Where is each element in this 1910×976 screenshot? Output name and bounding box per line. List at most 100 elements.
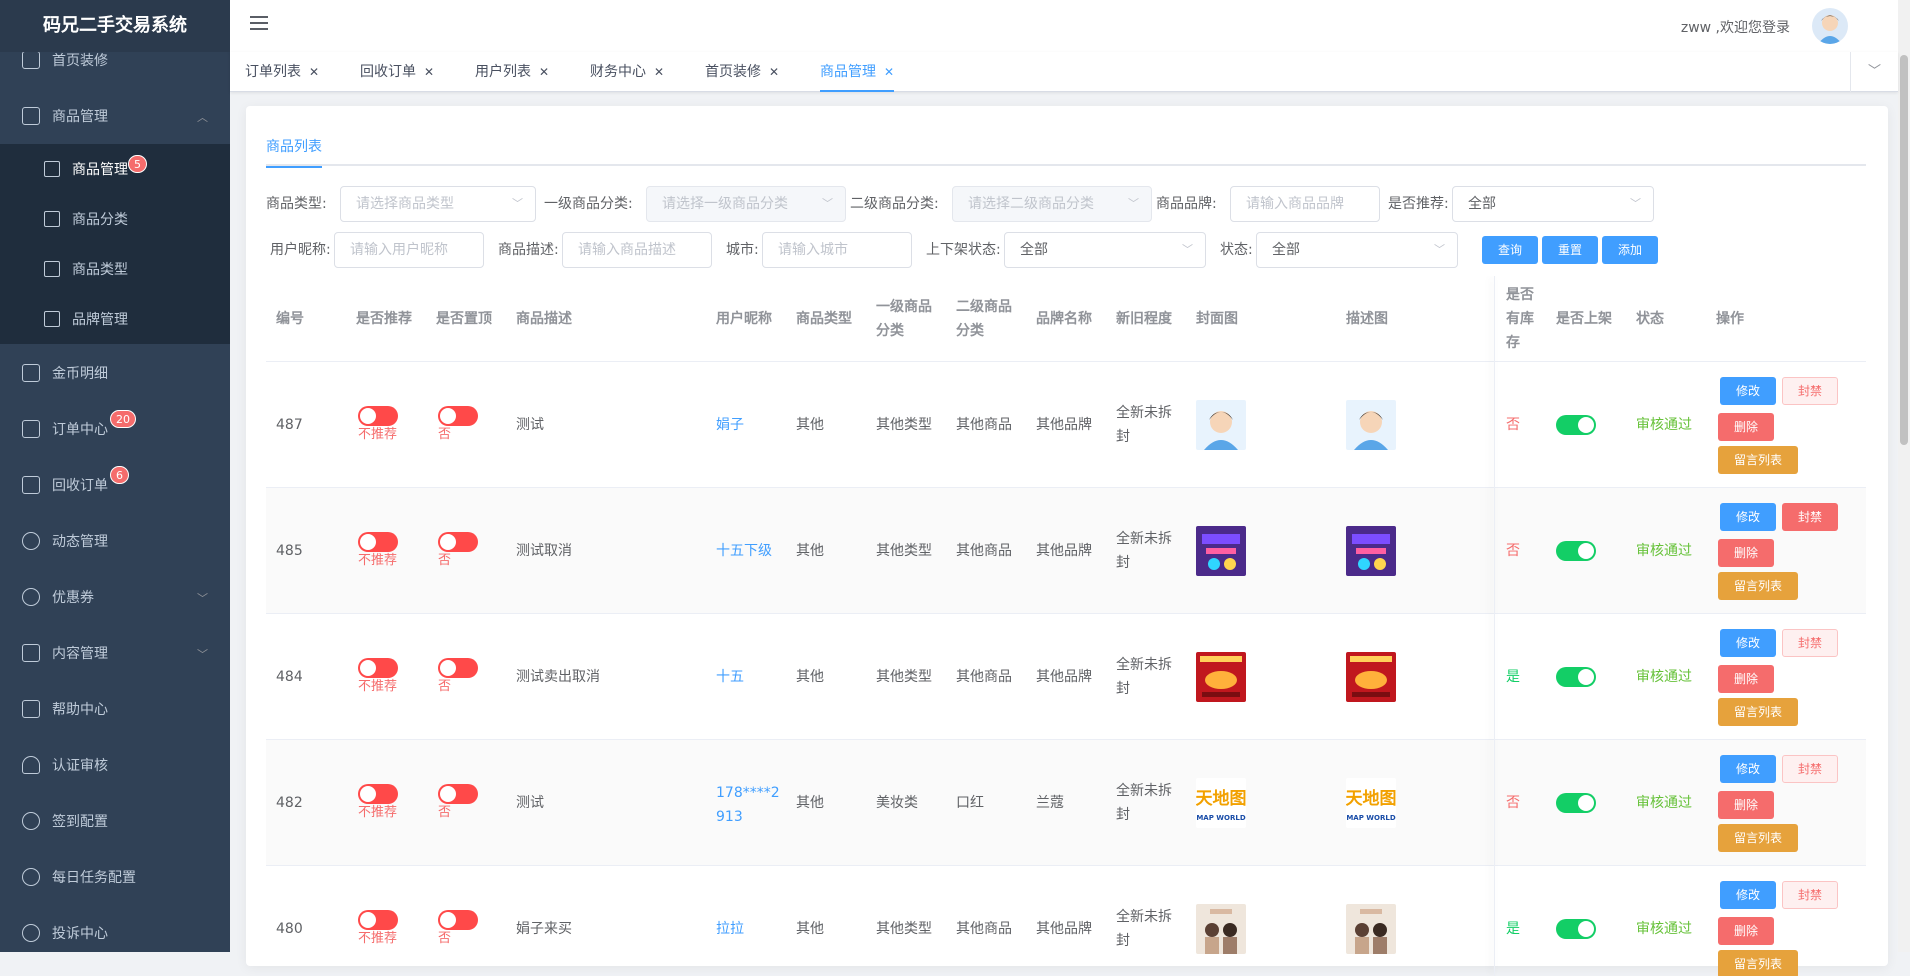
query-button[interactable]: 查询: [1482, 236, 1538, 264]
sidebar-subitem-brand[interactable]: 品牌管理: [0, 294, 230, 344]
description-image[interactable]: [1346, 400, 1396, 450]
category1-select[interactable]: 请选择一级商品分类 ﹀: [646, 186, 846, 222]
comments-list-button[interactable]: 留言列表: [1718, 698, 1798, 726]
cell-category2: 其他商品: [956, 921, 1012, 937]
cover-image[interactable]: 天地图 MAP WORLD: [1196, 778, 1246, 828]
recommend-select[interactable]: 全部 ﹀: [1452, 186, 1654, 222]
cell-id: 485: [276, 543, 303, 559]
goods-type-select[interactable]: 请选择商品类型 ﹀: [340, 186, 536, 222]
ban-button[interactable]: 封禁: [1782, 881, 1838, 909]
description-image[interactable]: [1346, 904, 1396, 954]
sidebar-item-help[interactable]: 帮助中心: [0, 681, 230, 737]
sidebar-item-label: 商品分类: [72, 212, 128, 228]
status-select[interactable]: 全部 ﹀: [1256, 232, 1458, 268]
edit-button[interactable]: 修改: [1720, 629, 1776, 657]
close-icon[interactable]: ✕: [539, 65, 549, 79]
hamburger-icon[interactable]: [250, 16, 268, 30]
description-image[interactable]: [1346, 652, 1396, 702]
brand-input[interactable]: 请输入商品品牌: [1230, 186, 1380, 222]
cell-nickname-link[interactable]: 十五: [716, 665, 744, 689]
table-row: 482 不推荐 否 测试 178****2 913 其他 美妆类 口红 兰蔻 全新未拆封 天地图 MAP…: [266, 740, 1866, 866]
cell-top-text: 否: [438, 679, 452, 694]
cover-image[interactable]: [1196, 526, 1246, 576]
cell-condition: 全新未拆封: [1116, 527, 1172, 575]
shelf-status-select[interactable]: 全部 ﹀: [1004, 232, 1206, 268]
cell-nickname-link[interactable]: 十五下级: [716, 539, 772, 563]
edit-button[interactable]: 修改: [1720, 377, 1776, 405]
sidebar-item-dynamics[interactable]: 动态管理: [0, 513, 230, 569]
sidebar-item-coins[interactable]: 金币明细: [0, 345, 230, 401]
delete-button[interactable]: 删除: [1718, 917, 1774, 945]
on-shelf-switch[interactable]: [1556, 793, 1596, 813]
description-image[interactable]: 天地图 MAP WORLD: [1346, 778, 1396, 828]
sidebar-item-coupons[interactable]: 优惠券 ﹀: [0, 569, 230, 625]
cell-nickname-link[interactable]: 娟子: [716, 413, 744, 437]
description-image[interactable]: [1346, 526, 1396, 576]
close-icon[interactable]: ✕: [424, 65, 434, 79]
sidebar-item-content[interactable]: 内容管理 ﹀: [0, 625, 230, 681]
ban-button[interactable]: 封禁: [1782, 503, 1838, 531]
delete-button[interactable]: 删除: [1718, 539, 1774, 567]
close-icon[interactable]: ✕: [654, 65, 664, 79]
on-shelf-switch[interactable]: [1556, 667, 1596, 687]
edit-button[interactable]: 修改: [1720, 755, 1776, 783]
cover-image[interactable]: [1196, 652, 1246, 702]
sidebar-item-verification[interactable]: 认证审核: [0, 737, 230, 793]
add-button[interactable]: 添加: [1602, 236, 1658, 264]
tab-goods-management[interactable]: 商品管理 ✕: [820, 52, 895, 92]
tab-finance[interactable]: 财务中心 ✕: [590, 52, 664, 92]
sidebar-item-goods-management[interactable]: 商品管理 ︿: [0, 88, 230, 144]
table-row: 484 不推荐 否 测试卖出取消 十五 其他 其他类型 其他商品 其他品牌 全新未拆封 是 审核通过 修…: [266, 614, 1866, 740]
delete-button[interactable]: 删除: [1718, 665, 1774, 693]
sidebar-subitem-goods[interactable]: 商品管理 5: [0, 144, 230, 194]
city-input[interactable]: 请输入城市: [762, 232, 912, 268]
edit-button[interactable]: 修改: [1720, 881, 1776, 909]
placeholder: 请选择二级商品分类: [968, 196, 1094, 212]
nickname-input[interactable]: 请输入用户昵称: [334, 232, 484, 268]
coins-icon: [22, 588, 40, 606]
cell-brand: 其他品牌: [1036, 543, 1092, 559]
close-icon[interactable]: ✕: [884, 65, 894, 79]
sidebar-item-checkin[interactable]: 签到配置: [0, 793, 230, 849]
on-shelf-switch[interactable]: [1556, 919, 1596, 939]
pie-icon: [22, 868, 40, 886]
sidebar-item-orders[interactable]: 订单中心 20: [0, 401, 230, 457]
cover-image[interactable]: [1196, 400, 1246, 450]
cell-nickname-link[interactable]: 拉拉: [716, 917, 744, 941]
cover-image[interactable]: [1196, 904, 1246, 954]
edit-button[interactable]: 修改: [1720, 503, 1776, 531]
cell-nickname-link[interactable]: 178****2 913: [716, 781, 780, 829]
sidebar-item-daily-tasks[interactable]: 每日任务配置: [0, 849, 230, 905]
comments-list-button[interactable]: 留言列表: [1718, 950, 1798, 976]
cell-id: 480: [276, 921, 303, 937]
reset-button[interactable]: 重置: [1542, 236, 1598, 264]
close-icon[interactable]: ✕: [769, 65, 779, 79]
tab-recycle-orders[interactable]: 回收订单 ✕: [360, 52, 434, 92]
page-scrollbar[interactable]: [1898, 0, 1910, 952]
sidebar-subitem-type[interactable]: 商品类型: [0, 244, 230, 294]
sidebar-subitem-category[interactable]: 商品分类: [0, 194, 230, 244]
ban-button[interactable]: 封禁: [1782, 629, 1838, 657]
comments-list-button[interactable]: 留言列表: [1718, 824, 1798, 852]
avatar[interactable]: [1812, 8, 1848, 44]
ban-button[interactable]: 封禁: [1782, 377, 1838, 405]
on-shelf-switch[interactable]: [1556, 415, 1596, 435]
comments-list-button[interactable]: 留言列表: [1718, 572, 1798, 600]
delete-button[interactable]: 删除: [1718, 413, 1774, 441]
sidebar-item-complaints[interactable]: 投诉中心: [0, 905, 230, 952]
scrollbar-thumb[interactable]: [1900, 55, 1908, 445]
sidebar-item-recycle-orders[interactable]: 回收订单 6: [0, 457, 230, 513]
on-shelf-switch[interactable]: [1556, 541, 1596, 561]
comments-list-button[interactable]: 留言列表: [1718, 446, 1798, 474]
category2-select[interactable]: 请选择二级商品分类 ﹀: [952, 186, 1152, 222]
close-icon[interactable]: ✕: [309, 65, 319, 79]
selected-value: 全部: [1020, 242, 1048, 258]
chevron-down-icon[interactable]: ﹀: [1850, 52, 1898, 92]
ban-button[interactable]: 封禁: [1782, 755, 1838, 783]
delete-button[interactable]: 删除: [1718, 791, 1774, 819]
description-input[interactable]: 请输入商品描述: [562, 232, 712, 268]
tab-user-list[interactable]: 用户列表 ✕: [475, 52, 549, 92]
tab-home-decor[interactable]: 首页装修 ✕: [705, 52, 779, 92]
nickname-line: 拉拉: [716, 921, 744, 937]
tab-order-list[interactable]: 订单列表 ✕: [245, 52, 319, 92]
